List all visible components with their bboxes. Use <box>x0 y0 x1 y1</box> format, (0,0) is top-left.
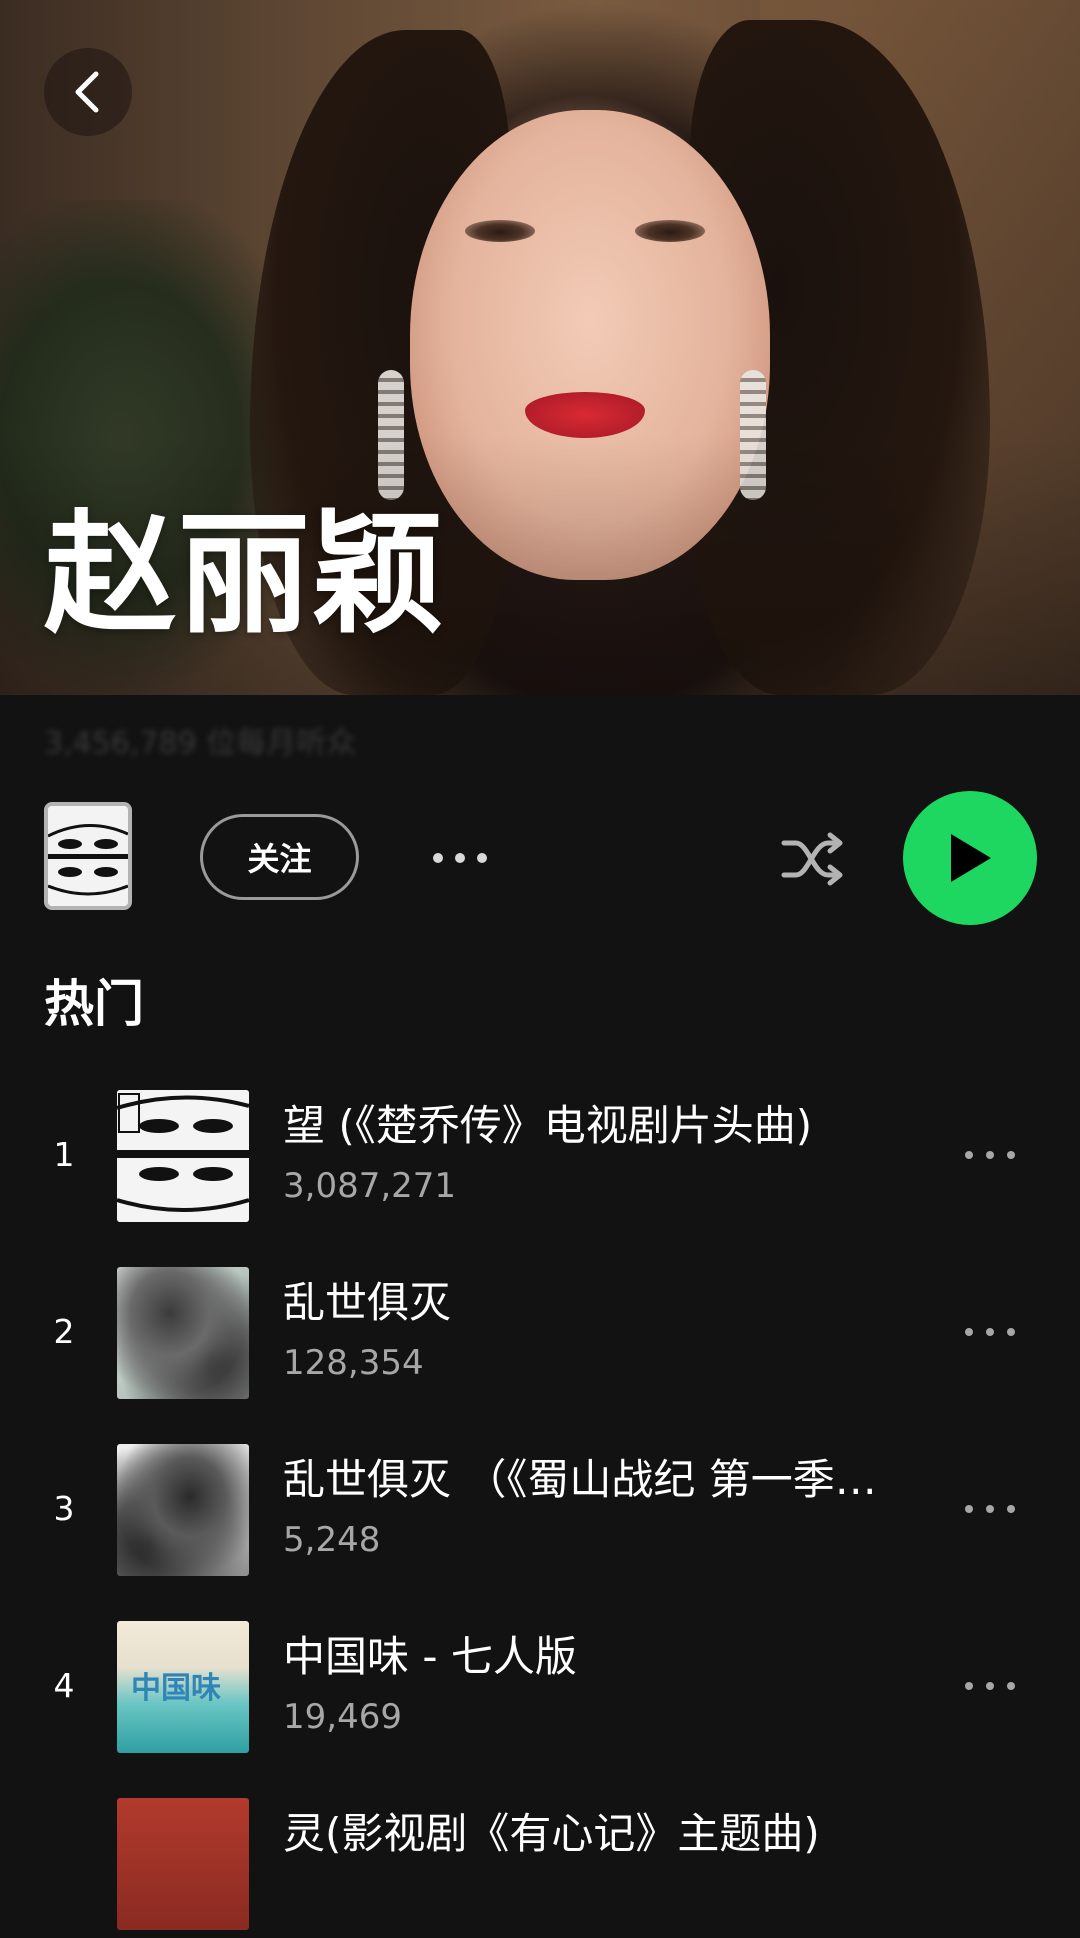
more-horizontal-icon <box>433 853 487 863</box>
track-title: 乱世俱灭 <box>283 1278 452 1327</box>
more-horizontal-icon <box>965 1505 1015 1513</box>
popular-section-title: 热门 <box>44 975 144 1033</box>
more-horizontal-icon <box>965 1151 1015 1159</box>
track-title: 望 (《楚乔传》电视剧片头曲) <box>283 1101 813 1150</box>
track-more-button[interactable] <box>958 1307 1022 1357</box>
track-index: 1 <box>53 1135 75 1174</box>
track-row[interactable]: 3 乱世俱灭 （《蜀山战纪 第一季… 5,248 <box>0 1434 1080 1584</box>
red-album-art <box>117 1798 249 1930</box>
track-play-count: 128,354 <box>283 1343 424 1383</box>
track-more-button[interactable] <box>958 1130 1022 1180</box>
album-art-text: 中国味 <box>131 1671 221 1706</box>
back-button[interactable] <box>44 48 132 136</box>
artist-cover-thumbnail[interactable] <box>44 802 132 910</box>
china-flavor-album-art: 中国味 <box>117 1621 249 1753</box>
track-index <box>40 1788 88 1938</box>
track-more-button[interactable] <box>958 1661 1022 1711</box>
artist-hero-image: 赵丽颖 <box>0 0 1080 695</box>
track-title: 灵(影视剧《有心记》主题曲) <box>283 1809 820 1858</box>
track-play-count: 19,469 <box>283 1697 402 1737</box>
ink-painting-album-art <box>117 1267 249 1399</box>
more-horizontal-icon <box>965 1328 1015 1336</box>
track-more-button[interactable] <box>958 1484 1022 1534</box>
track-row[interactable]: 1 望 (《楚乔传》电视剧片头曲) 3,087,271 <box>0 1080 1080 1230</box>
shuffle-icon <box>781 832 843 886</box>
monthly-listeners: 3,456,789 位每月听众 <box>44 726 357 761</box>
manga-eyes-art-icon <box>117 1090 249 1222</box>
artist-action-bar: 关注 <box>0 790 1080 925</box>
manga-album-art <box>117 1090 249 1222</box>
track-index: 2 <box>53 1312 75 1351</box>
hero-eye-right <box>635 220 705 242</box>
track-play-count: 3,087,271 <box>283 1166 457 1206</box>
track-title: 中国味 - 七人版 <box>283 1632 577 1681</box>
track-index: 3 <box>53 1489 75 1528</box>
ink-painting-album-art <box>117 1444 249 1576</box>
more-horizontal-icon <box>965 1682 1015 1690</box>
track-title: 乱世俱灭 （《蜀山战纪 第一季… <box>283 1455 877 1504</box>
more-options-button[interactable] <box>420 830 500 886</box>
artist-name: 赵丽颖 <box>44 498 446 652</box>
track-row[interactable]: 灵(影视剧《有心记》主题曲) <box>0 1788 1080 1938</box>
chevron-left-icon <box>75 71 99 113</box>
play-button[interactable] <box>903 791 1037 925</box>
track-index: 4 <box>53 1666 75 1705</box>
track-row[interactable]: 2 乱世俱灭 128,354 <box>0 1257 1080 1407</box>
track-row[interactable]: 4 中国味 中国味 - 七人版 19,469 <box>0 1611 1080 1761</box>
follow-button[interactable]: 关注 <box>200 814 359 900</box>
hero-eye-left <box>465 220 535 242</box>
play-icon <box>951 834 991 882</box>
manga-eyes-icon <box>48 806 128 906</box>
shuffle-button[interactable] <box>776 824 850 894</box>
track-play-count: 5,248 <box>283 1520 381 1560</box>
